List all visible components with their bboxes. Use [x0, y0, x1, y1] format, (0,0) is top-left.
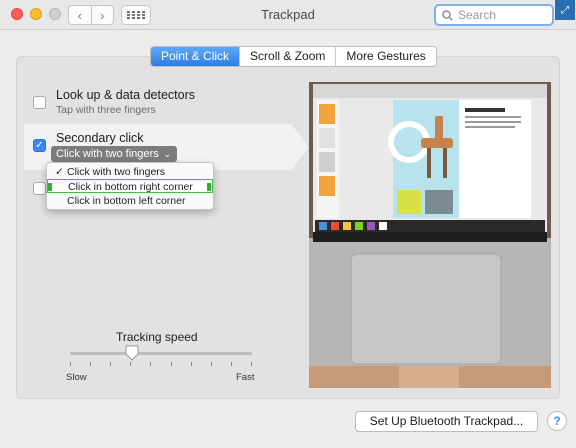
search-placeholder: Search — [458, 8, 497, 22]
help-button[interactable]: ? — [547, 411, 567, 431]
menu-item-two-fingers[interactable]: ✓ Click with two fingers — [47, 165, 213, 179]
secondary-click-checkbox[interactable]: ✓ — [33, 139, 46, 152]
lookup-label: Look up & data detectors — [56, 88, 195, 102]
secondary-click-label: Secondary click — [56, 131, 144, 145]
menu-check-icon: ✓ — [55, 166, 64, 178]
menu-item-bottom-left[interactable]: Click in bottom left corner — [47, 194, 213, 208]
slider-ticks — [70, 362, 252, 367]
tab-point-click[interactable]: Point & Click — [151, 47, 240, 66]
menu-item-label: Click in bottom right corner — [68, 181, 193, 193]
fast-label: Fast — [236, 372, 255, 383]
popup-value: Click with two fingers — [56, 148, 159, 160]
tap-to-click-checkbox[interactable] — [33, 182, 46, 195]
tracking-speed-title: Tracking speed — [116, 330, 198, 344]
tab-more-gestures[interactable]: More Gestures — [335, 47, 435, 66]
lookup-sublabel: Tap with three fingers — [56, 104, 156, 116]
menu-item-bottom-right[interactable]: Click in bottom right corner — [47, 179, 213, 193]
expand-icon: ⤢ — [555, 0, 575, 20]
menu-item-label: Click in bottom left corner — [67, 195, 186, 207]
checkmark-icon: ✓ — [35, 140, 44, 151]
search-icon — [442, 9, 453, 21]
secondary-click-menu: ✓ Click with two fingers Click in bottom… — [46, 162, 214, 210]
search-field[interactable]: Search — [434, 4, 554, 26]
tab-scroll-zoom[interactable]: Scroll & Zoom — [239, 47, 335, 66]
gesture-preview-image — [309, 82, 551, 388]
chevron-down-icon: ⌄ — [163, 149, 171, 159]
secondary-click-popup[interactable]: Click with two fingers ⌄ — [51, 146, 177, 162]
setup-bluetooth-trackpad-button[interactable]: Set Up Bluetooth Trackpad... — [355, 411, 538, 432]
tracking-speed-slider[interactable] — [70, 352, 252, 355]
selection-handle-left — [48, 183, 52, 191]
tab-bar: Point & Click Scroll & Zoom More Gesture… — [150, 46, 437, 67]
title-bar: ‹ › Trackpad Search ⤢ — [0, 0, 576, 30]
lookup-checkbox[interactable] — [33, 96, 46, 109]
menu-item-label: Click with two fingers — [67, 166, 166, 178]
selection-handle-right — [207, 183, 211, 191]
row-pointer — [291, 124, 309, 170]
slider-knob[interactable] — [124, 345, 140, 361]
slow-label: Slow — [66, 372, 87, 383]
